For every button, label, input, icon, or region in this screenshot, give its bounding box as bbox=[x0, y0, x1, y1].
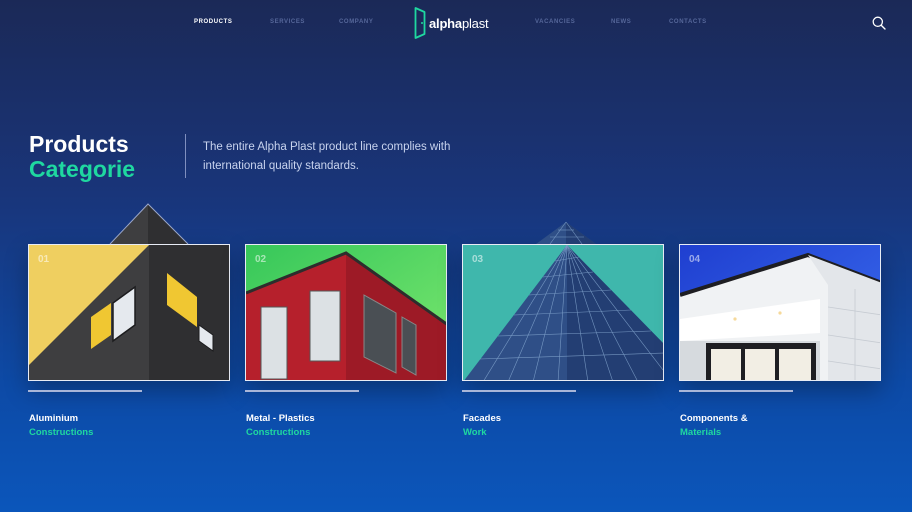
brand-logo[interactable]: alphaplast bbox=[414, 6, 489, 40]
section-description: The entire Alpha Plast product line comp… bbox=[203, 141, 451, 172]
card-image-aluminium bbox=[28, 244, 230, 381]
category-card-facades[interactable]: 03 bbox=[462, 221, 664, 381]
card-underline bbox=[28, 390, 142, 392]
logo-text: alphaplast bbox=[429, 15, 489, 31]
card-image-facades bbox=[462, 244, 664, 381]
heading-line-2: Categorie bbox=[29, 156, 136, 182]
heading-divider bbox=[185, 134, 186, 178]
card-number: 03 bbox=[472, 254, 484, 265]
card-image-components bbox=[679, 244, 881, 381]
card-title[interactable]: Aluminium bbox=[29, 412, 78, 426]
card-title[interactable]: Metal - Plastics bbox=[246, 412, 315, 426]
nav-services[interactable]: SERVICES bbox=[270, 19, 305, 25]
card-subtitle[interactable]: Work bbox=[463, 426, 487, 440]
section-heading: Products Categorie bbox=[29, 132, 135, 182]
heading-line-1: Products bbox=[29, 131, 129, 157]
door-logo-icon bbox=[414, 7, 426, 39]
card-underline bbox=[245, 390, 359, 392]
card-subtitle[interactable]: Materials bbox=[680, 426, 721, 440]
card-number: 04 bbox=[689, 254, 701, 265]
card-image-metal-plastics bbox=[245, 244, 447, 381]
top-navigation: PRODUCTS SERVICES COMPANY alphaplast VAC… bbox=[0, 0, 912, 46]
category-card-metal-plastics[interactable]: 02 bbox=[245, 244, 447, 381]
nav-contacts[interactable]: CONTACTS bbox=[669, 19, 707, 25]
nav-products[interactable]: PRODUCTS bbox=[194, 19, 232, 25]
card-title[interactable]: Components & bbox=[680, 412, 748, 426]
nav-vacancies[interactable]: VACANCIES bbox=[535, 19, 575, 25]
nav-news[interactable]: NEWS bbox=[611, 19, 631, 25]
card-subtitle[interactable]: Constructions bbox=[29, 426, 93, 440]
card-subtitle[interactable]: Constructions bbox=[246, 426, 310, 440]
card-underline bbox=[462, 390, 576, 392]
search-button[interactable] bbox=[871, 15, 887, 31]
card-underline bbox=[679, 390, 793, 392]
category-card-components[interactable]: 04 bbox=[679, 244, 881, 381]
nav-company[interactable]: COMPANY bbox=[339, 19, 373, 25]
category-card-aluminium[interactable]: 01 bbox=[28, 203, 230, 381]
card-title[interactable]: Facades bbox=[463, 412, 501, 426]
card-number: 01 bbox=[38, 254, 50, 265]
search-icon bbox=[872, 16, 886, 30]
card-number: 02 bbox=[255, 254, 267, 265]
